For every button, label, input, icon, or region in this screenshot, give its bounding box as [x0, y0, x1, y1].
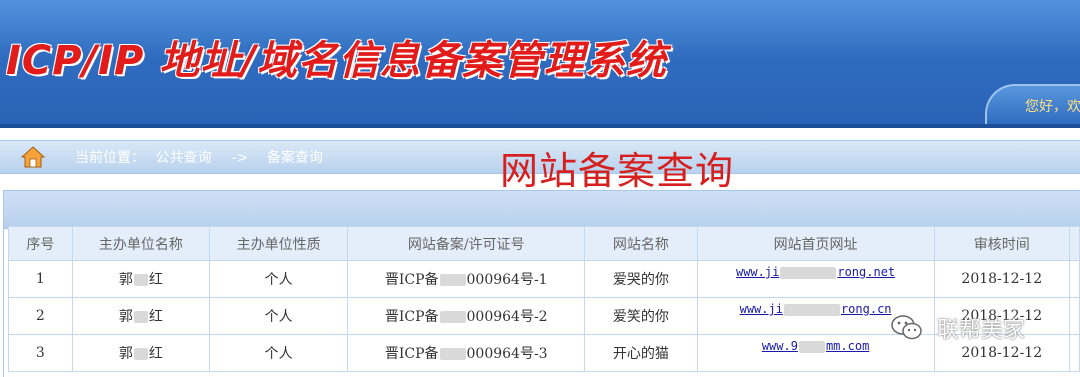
column-header-license: 网站备案/许可证号: [347, 226, 586, 261]
table-row: 1 郭红 个人 晋ICP备 000964号-1 爱哭的你 www.ji rong.n…: [8, 260, 1080, 298]
redaction-mask: [798, 340, 825, 353]
cell-org-name: 郭红: [71, 334, 210, 372]
column-header-extra: [1068, 226, 1080, 261]
column-header-org-name: 主办单位名称: [71, 226, 210, 261]
panel-header: [4, 191, 1080, 229]
cell-license: 晋ICP备 000964号-2: [347, 297, 586, 335]
org-name-start: 郭: [118, 346, 133, 362]
cell-homepage: www.ji rong.net: [696, 260, 935, 298]
page-title: 网站备案查询: [500, 149, 735, 193]
breadcrumb-label: 当前位置：: [75, 150, 145, 166]
cell-site-name: 开心的猫: [584, 334, 698, 372]
cell-index: 3: [8, 334, 73, 372]
column-header-homepage: 网站首页网址: [696, 226, 935, 261]
redaction-mask: [133, 348, 148, 360]
cell-site-name: 爱哭的你: [584, 260, 698, 298]
banner-divider: [0, 124, 1080, 128]
org-name-start: 郭: [118, 309, 133, 325]
breadcrumb-separator: ->: [231, 150, 249, 166]
homepage-link[interactable]: www.ji rong.net: [736, 265, 895, 279]
wechat-icon: [890, 314, 924, 348]
redaction-mask: [439, 311, 466, 323]
homepage-link[interactable]: www.9 mm.com: [762, 339, 869, 353]
cell-org-nature: 个人: [208, 297, 349, 335]
column-header-index: 序号: [8, 226, 73, 261]
column-header-site-name: 网站名称: [584, 226, 698, 261]
license-suffix: 000964号-1: [466, 272, 548, 288]
redaction-mask: [439, 348, 466, 360]
cell-extra: [1068, 297, 1080, 335]
cell-org-name: 郭红: [71, 260, 210, 298]
license-prefix: 晋ICP备: [384, 272, 439, 288]
breadcrumb-trail: 当前位置： 公共查询 -> 备案查询: [75, 147, 329, 167]
cell-site-name: 爱笑的你: [584, 297, 698, 335]
org-name-end: 红: [148, 346, 163, 362]
cell-license: 晋ICP备 000964号-1: [347, 260, 586, 298]
org-name-end: 红: [148, 272, 163, 288]
cell-index: 2: [8, 297, 73, 335]
org-name-end: 红: [148, 309, 163, 325]
license-suffix: 000964号-3: [466, 346, 548, 362]
breadcrumb-item-public-query[interactable]: 公共查询: [155, 150, 211, 166]
cell-license: 晋ICP备 000964号-3: [347, 334, 586, 372]
redaction-mask: [780, 266, 837, 279]
cell-index: 1: [8, 260, 73, 298]
cell-extra: [1068, 260, 1080, 298]
homepage-link[interactable]: www.ji rong.cn: [740, 302, 892, 316]
breadcrumb-item-record-query[interactable]: 备案查询: [267, 150, 323, 166]
table-header-row: 序号 主办单位名称 主办单位性质 网站备案/许可证号 网站名称 网站首页网址 审…: [8, 226, 1080, 261]
cell-review-date: 2018-12-12: [933, 260, 1070, 298]
home-icon[interactable]: [20, 145, 46, 169]
cell-org-nature: 个人: [208, 334, 349, 372]
watermark-text: 联帮美家: [937, 318, 1026, 343]
license-prefix: 晋ICP备: [384, 346, 439, 362]
records-table: 序号 主办单位名称 主办单位性质 网站备案/许可证号 网站名称 网站首页网址 审…: [8, 226, 1080, 372]
system-title: ICP/IP 地址/域名信息备案管理系统: [6, 38, 667, 84]
header-banner: ICP/IP 地址/域名信息备案管理系统 您好，欢: [0, 0, 1080, 128]
redaction-mask: [133, 311, 148, 323]
column-header-org-nature: 主办单位性质: [208, 226, 349, 261]
license-prefix: 晋ICP备: [384, 309, 439, 325]
greeting-text: 您好，欢: [1025, 99, 1080, 115]
redaction-mask: [439, 274, 466, 286]
cell-org-nature: 个人: [208, 260, 349, 298]
org-name-start: 郭: [118, 272, 133, 288]
license-suffix: 000964号-2: [466, 309, 548, 325]
watermark: 联帮美家: [890, 312, 1025, 348]
column-header-review-date: 审核时间: [933, 226, 1070, 261]
redaction-mask: [133, 274, 148, 286]
redaction-mask: [783, 303, 840, 316]
cell-extra: [1068, 334, 1080, 372]
cell-org-name: 郭红: [71, 297, 210, 335]
